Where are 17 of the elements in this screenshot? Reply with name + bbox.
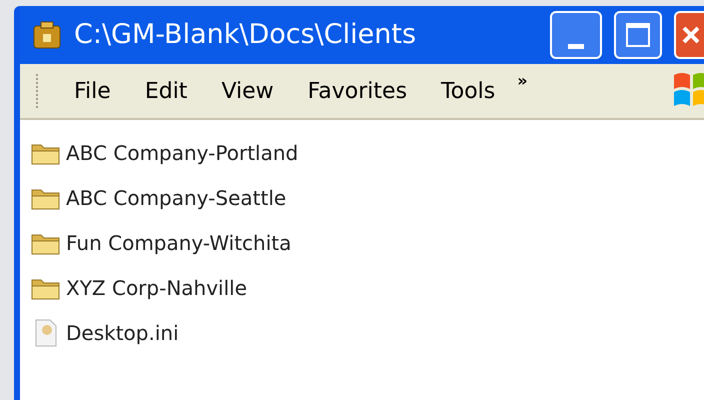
file-name[interactable]: ABC Company-Seattle [66,182,286,212]
file-name[interactable]: XYZ Corp-Nahville [66,272,248,302]
menu-item[interactable]: Edit [144,74,188,108]
file-name[interactable]: ABC Company-Portland [66,138,298,168]
close-icon [681,25,699,45]
file-name[interactable]: Fun Company-Witchita [66,228,292,258]
file-name[interactable]: Desktop.ini [66,318,179,348]
menu-overflow-button[interactable]: » [517,69,528,93]
window-title: C:\GM-Blank\Docs\Clients [74,18,416,52]
maximize-button[interactable] [614,11,662,59]
menu-item[interactable]: Tools [441,74,496,108]
minimize-button[interactable] [550,11,602,59]
menu-item[interactable]: Favorites [308,74,408,108]
briefcase-icon [32,20,62,50]
menu-item[interactable]: File [74,74,111,108]
close-button[interactable] [674,11,704,59]
menu-item[interactable]: View [221,74,274,108]
